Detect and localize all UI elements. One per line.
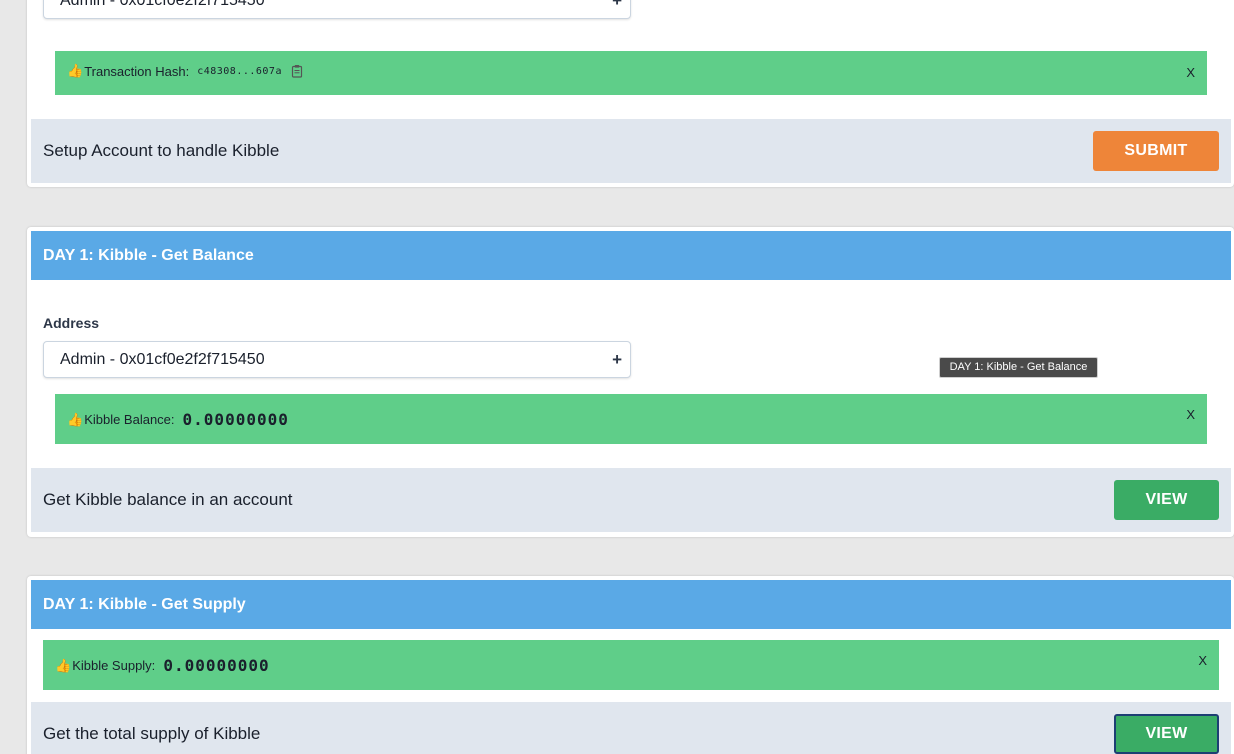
view-balance-button[interactable]: VIEW bbox=[1114, 480, 1219, 520]
view-supply-button[interactable]: VIEW bbox=[1114, 714, 1219, 754]
setup-account-card: Admin - 0x01cf0e2f2f715450 + 👍 Transacti… bbox=[27, 0, 1234, 187]
address-label: Address bbox=[43, 315, 100, 331]
get-supply-footer: Get the total supply of Kibble VIEW bbox=[31, 702, 1231, 754]
get-balance-description: Get Kibble balance in an account bbox=[43, 490, 293, 509]
get-balance-footer: Get Kibble balance in an account VIEW bbox=[31, 468, 1231, 532]
balance-address-select[interactable]: Admin - 0x01cf0e2f2f715450 + bbox=[43, 341, 631, 378]
close-alert-button[interactable]: X bbox=[1186, 407, 1195, 422]
get-balance-title: DAY 1: Kibble - Get Balance bbox=[31, 231, 1231, 280]
kibble-balance-value: 0.00000000 bbox=[182, 410, 289, 429]
clipboard-copy-icon[interactable] bbox=[290, 64, 304, 78]
thumbs-up-icon: 👍 bbox=[67, 411, 84, 427]
balance-address-value: Admin - 0x01cf0e2f2f715450 bbox=[60, 351, 265, 368]
kibble-balance-label: Kibble Balance: bbox=[84, 412, 175, 427]
transaction-hash-alert: 👍 Transaction Hash: c48308...607a X bbox=[55, 51, 1207, 95]
setup-address-value: Admin - 0x01cf0e2f2f715450 bbox=[60, 0, 265, 9]
setup-address-select[interactable]: Admin - 0x01cf0e2f2f715450 + bbox=[43, 0, 631, 19]
get-supply-description: Get the total supply of Kibble bbox=[43, 724, 261, 743]
transaction-hash-value[interactable]: c48308...607a bbox=[197, 66, 282, 77]
thumbs-up-icon: 👍 bbox=[67, 63, 84, 78]
tooltip: DAY 1: Kibble - Get Balance bbox=[939, 357, 1098, 378]
get-balance-card: DAY 1: Kibble - Get Balance Address Admi… bbox=[27, 227, 1234, 537]
plus-icon: + bbox=[612, 350, 622, 369]
setup-card-footer: Setup Account to handle Kibble SUBMIT bbox=[31, 119, 1231, 183]
setup-description: Setup Account to handle Kibble bbox=[43, 141, 280, 160]
kibble-supply-value: 0.00000000 bbox=[163, 656, 270, 675]
transaction-hash-label: Transaction Hash: bbox=[84, 63, 190, 79]
thumbs-up-icon: 👍 bbox=[55, 657, 72, 673]
close-alert-button[interactable]: X bbox=[1186, 65, 1195, 80]
page: Admin - 0x01cf0e2f2f715450 + 👍 Transacti… bbox=[0, 0, 1234, 754]
submit-button[interactable]: SUBMIT bbox=[1093, 131, 1219, 171]
get-supply-title: DAY 1: Kibble - Get Supply bbox=[31, 580, 1231, 629]
plus-icon: + bbox=[612, 0, 622, 10]
kibble-supply-label: Kibble Supply: bbox=[72, 658, 156, 673]
kibble-supply-alert: 👍 Kibble Supply: 0.00000000 X bbox=[43, 640, 1219, 690]
get-supply-card: DAY 1: Kibble - Get Supply 👍 Kibble Supp… bbox=[27, 576, 1234, 754]
kibble-balance-alert: 👍 Kibble Balance: 0.00000000 X bbox=[55, 394, 1207, 444]
close-alert-button[interactable]: X bbox=[1198, 653, 1207, 668]
